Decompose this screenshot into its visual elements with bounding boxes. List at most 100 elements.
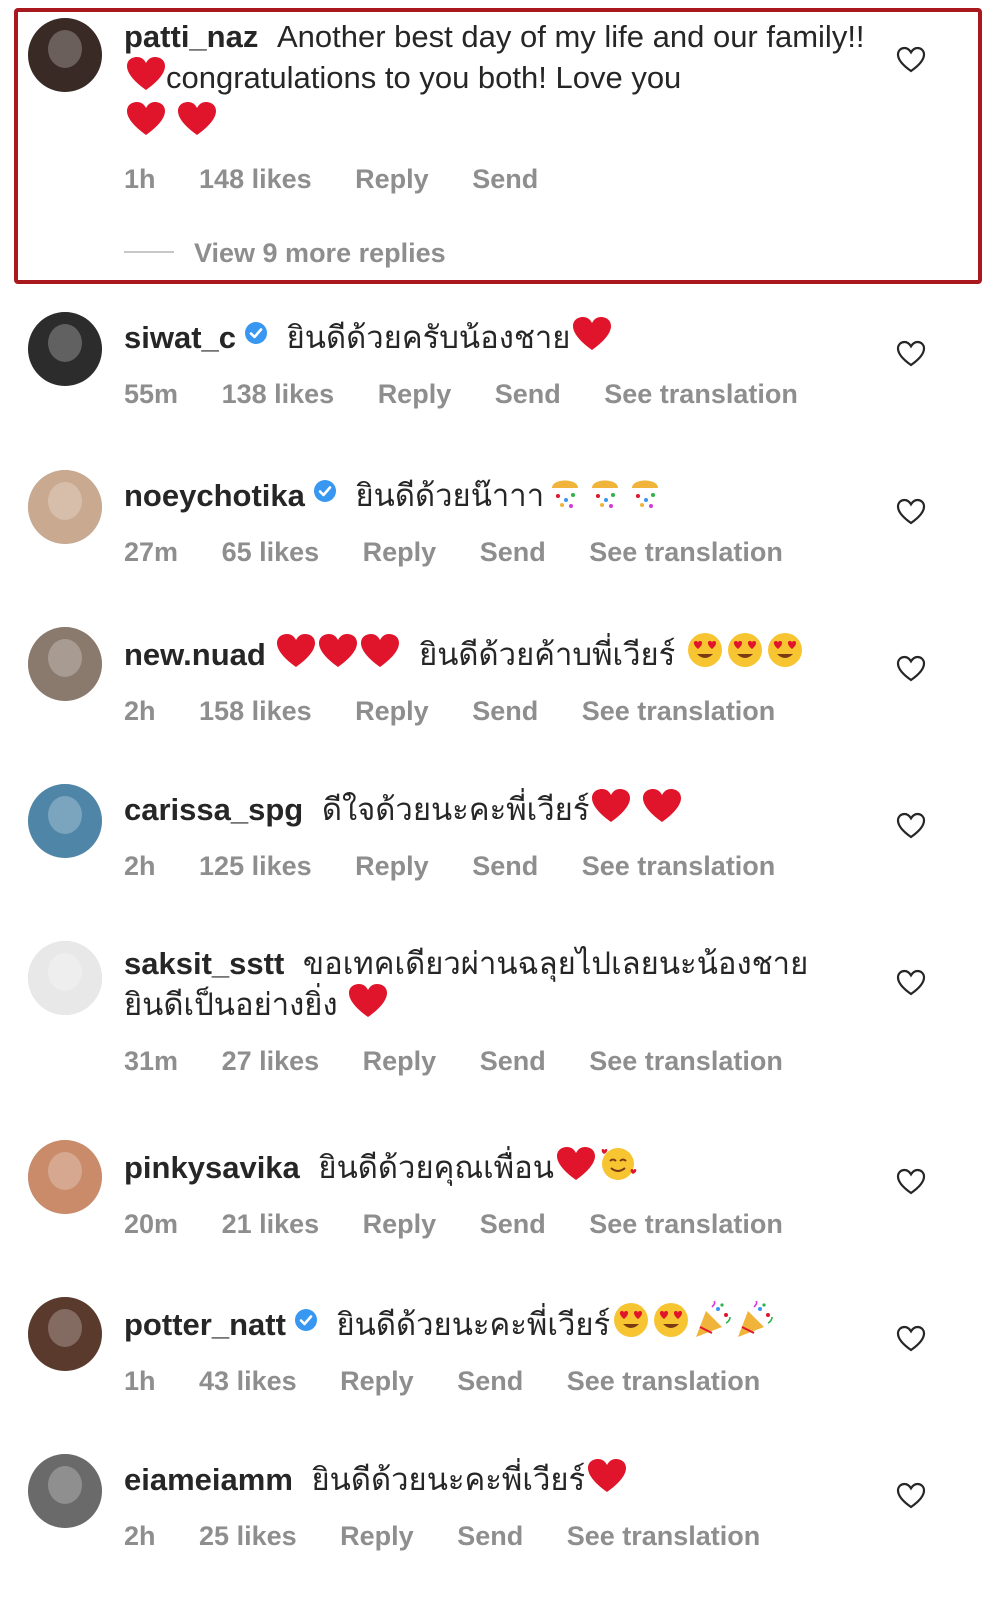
username[interactable]: carissa_spg xyxy=(124,792,303,827)
likes-count[interactable]: 25 likes xyxy=(199,1521,297,1551)
red-heart-emoji xyxy=(348,983,388,1028)
reply-button[interactable]: Reply xyxy=(363,1209,437,1239)
timestamp: 27m xyxy=(124,537,179,567)
heart-eyes-emoji xyxy=(652,1301,690,1348)
confetti-ball-emoji xyxy=(626,474,664,519)
avatar[interactable] xyxy=(28,784,102,858)
red-heart-emoji xyxy=(126,101,166,146)
like-heart-icon[interactable] xyxy=(896,655,926,683)
comment-text: ยินดีด้วยนะคะพี่เวียร์ xyxy=(311,1462,586,1497)
timestamp: 20m xyxy=(124,1209,179,1239)
username[interactable]: pinkysavika xyxy=(124,1150,300,1185)
username[interactable]: noeychotika xyxy=(124,478,305,513)
reply-button[interactable]: Reply xyxy=(340,1521,414,1551)
like-heart-icon[interactable] xyxy=(896,1325,926,1353)
like-heart-icon[interactable] xyxy=(896,46,926,74)
like-heart-icon[interactable] xyxy=(896,1482,926,1510)
see-translation-button[interactable]: See translation xyxy=(589,537,783,567)
heart-eyes-emoji xyxy=(726,631,764,678)
avatar[interactable] xyxy=(28,470,102,544)
comment-text: Another best day of my life and our fami… xyxy=(276,19,865,54)
avatar[interactable] xyxy=(28,1454,102,1528)
send-button[interactable]: Send xyxy=(480,1209,546,1239)
party-popper-emoji xyxy=(692,1300,732,1348)
username[interactable]: new.nuad xyxy=(124,637,266,672)
reply-button[interactable]: Reply xyxy=(355,164,429,194)
send-button[interactable]: Send xyxy=(472,164,538,194)
comment-text-continued: ยินดีเป็นอย่างยิ่ง xyxy=(124,987,338,1022)
verified-badge-icon xyxy=(244,316,268,344)
likes-count[interactable]: 21 likes xyxy=(222,1209,320,1239)
send-button[interactable]: Send xyxy=(480,537,546,567)
likes-count[interactable]: 148 likes xyxy=(199,164,312,194)
like-heart-icon[interactable] xyxy=(896,340,926,368)
likes-count[interactable]: 138 likes xyxy=(222,379,335,409)
see-translation-button[interactable]: See translation xyxy=(567,1366,761,1396)
timestamp: 1h xyxy=(124,1366,156,1396)
timestamp: 2h xyxy=(124,1521,156,1551)
avatar[interactable] xyxy=(28,627,102,701)
comment-text: ดีใจด้วยนะคะพี่เวียร์ xyxy=(321,792,590,827)
smiling-face-with-hearts-emoji xyxy=(598,1144,638,1191)
see-translation-button[interactable]: See translation xyxy=(604,379,798,409)
comment-text: ยินดีด้วยคุณเพื่อน xyxy=(318,1150,554,1185)
view-more-replies[interactable]: View 9 more replies xyxy=(124,238,446,269)
verified-badge-icon xyxy=(313,474,337,502)
party-popper-emoji xyxy=(734,1300,774,1348)
send-button[interactable]: Send xyxy=(472,696,538,726)
reply-button[interactable]: Reply xyxy=(378,379,452,409)
likes-count[interactable]: 125 likes xyxy=(199,851,312,881)
heart-eyes-emoji xyxy=(766,631,804,678)
likes-count[interactable]: 27 likes xyxy=(222,1046,320,1076)
verified-badge-icon xyxy=(294,1303,318,1331)
red-heart-emoji xyxy=(177,101,217,146)
send-button[interactable]: Send xyxy=(457,1366,523,1396)
likes-count[interactable]: 158 likes xyxy=(199,696,312,726)
red-heart-emoji xyxy=(587,1458,627,1503)
reply-button[interactable]: Reply xyxy=(355,851,429,881)
username[interactable]: potter_natt xyxy=(124,1307,286,1342)
send-button[interactable]: Send xyxy=(472,851,538,881)
send-button[interactable]: Send xyxy=(457,1521,523,1551)
reply-button[interactable]: Reply xyxy=(340,1366,414,1396)
avatar[interactable] xyxy=(28,941,102,1015)
red-heart-emoji xyxy=(318,633,358,678)
send-button[interactable]: Send xyxy=(480,1046,546,1076)
timestamp: 55m xyxy=(124,379,179,409)
avatar[interactable] xyxy=(28,18,102,92)
red-heart-emoji xyxy=(360,633,400,678)
likes-count[interactable]: 65 likes xyxy=(222,537,320,567)
see-translation-button[interactable]: See translation xyxy=(589,1209,783,1239)
avatar[interactable] xyxy=(28,1297,102,1371)
username[interactable]: patti_naz xyxy=(124,19,258,54)
reply-button[interactable]: Reply xyxy=(363,537,437,567)
likes-count[interactable]: 43 likes xyxy=(199,1366,297,1396)
confetti-ball-emoji xyxy=(586,474,624,519)
username[interactable]: eiameiamm xyxy=(124,1462,293,1497)
see-translation-button[interactable]: See translation xyxy=(582,851,776,881)
like-heart-icon[interactable] xyxy=(896,969,926,997)
avatar[interactable] xyxy=(28,312,102,386)
see-translation-button[interactable]: See translation xyxy=(582,696,776,726)
see-translation-button[interactable]: See translation xyxy=(589,1046,783,1076)
red-heart-emoji xyxy=(642,788,682,833)
send-button[interactable]: Send xyxy=(495,379,561,409)
heart-eyes-emoji xyxy=(686,631,724,678)
replies-divider xyxy=(124,251,174,253)
like-heart-icon[interactable] xyxy=(896,1168,926,1196)
username[interactable]: siwat_c xyxy=(124,320,236,355)
like-heart-icon[interactable] xyxy=(896,498,926,526)
timestamp: 2h xyxy=(124,851,156,881)
reply-button[interactable]: Reply xyxy=(355,696,429,726)
comment-text: ขอเทคเดียวผ่านฉลุยไปเลยนะน้องชาย xyxy=(302,946,809,981)
confetti-ball-emoji xyxy=(546,474,584,519)
heart-eyes-emoji xyxy=(612,1301,650,1348)
comment-text: ยินดีด้วยค้าบพี่เวียร์ xyxy=(419,637,676,672)
avatar[interactable] xyxy=(28,1140,102,1214)
like-heart-icon[interactable] xyxy=(896,812,926,840)
reply-button[interactable]: Reply xyxy=(363,1046,437,1076)
see-translation-button[interactable]: See translation xyxy=(567,1521,761,1551)
username[interactable]: saksit_sstt xyxy=(124,946,284,981)
timestamp: 31m xyxy=(124,1046,179,1076)
red-heart-emoji xyxy=(556,1146,596,1191)
